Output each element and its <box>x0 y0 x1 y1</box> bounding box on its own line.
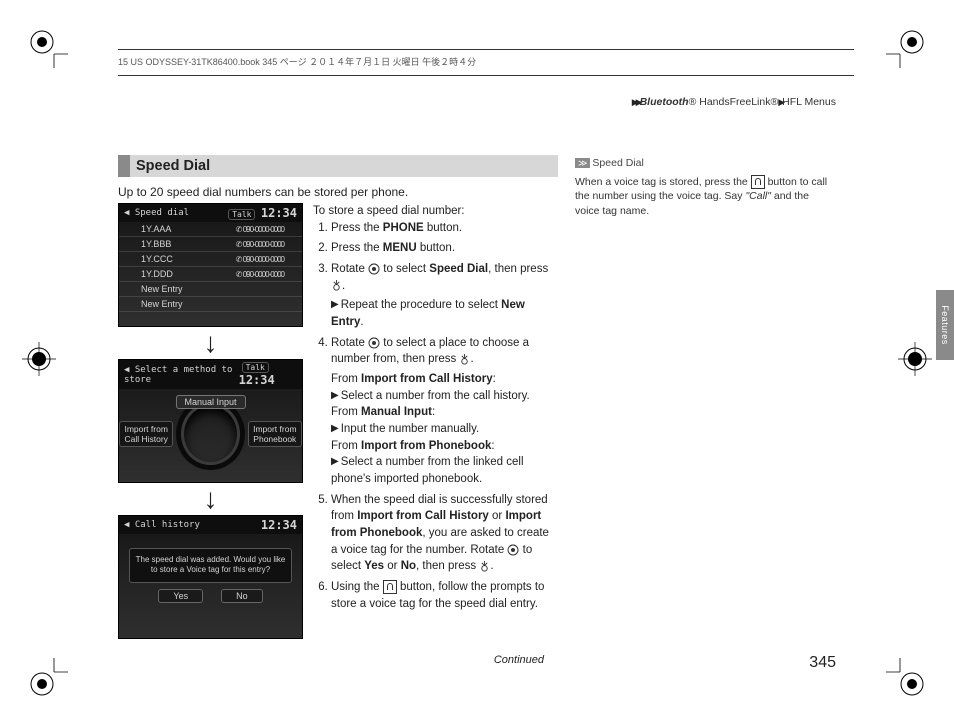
breadcrumb: ▶▶Bluetooth® HandsFreeLink®▶HFL Menus <box>632 96 836 108</box>
intro-text: To store a speed dial number: <box>313 203 558 220</box>
triangle-bullet-icon: ▶ <box>331 455 339 470</box>
triangle-bullet-icon: ▶ <box>331 389 339 404</box>
screenshot-speed-dial: ◀ Speed dial Talk 12:34 1Y.AAA✆ 090-0000… <box>118 203 303 327</box>
crop-mark-icon <box>22 342 56 376</box>
continued-label: Continued <box>494 654 544 666</box>
dial-icon <box>368 337 380 349</box>
down-arrow-icon: ↓ <box>118 333 303 353</box>
triangle-bullet-icon: ▶ <box>331 422 339 437</box>
press-icon <box>331 280 342 291</box>
screenshot-select-method: ◀ Select a method to store Talk 12:34 Ma… <box>118 359 303 483</box>
crop-mark-icon <box>886 30 924 68</box>
step-4: Rotate to select a place to choose a num… <box>331 335 558 488</box>
press-icon <box>459 354 470 365</box>
page-number: 345 <box>809 654 836 672</box>
press-icon <box>479 561 490 572</box>
dial-icon <box>507 544 519 556</box>
crop-mark-icon <box>898 342 932 376</box>
step-2: Press the MENU button. <box>331 240 558 257</box>
step-5: When the speed dial is successfully stor… <box>331 492 558 575</box>
side-note: ≫Speed Dial When a voice tag is stored, … <box>575 156 836 219</box>
dial-icon <box>368 263 380 275</box>
step-6: Using the button, follow the prompts to … <box>331 579 558 612</box>
page-header-meta: 15 US ODYSSEY-31TK86400.book 345 ページ ２０１… <box>118 55 854 70</box>
chevron-right-icon: ▶▶ <box>632 97 640 107</box>
crop-mark-icon <box>886 658 924 696</box>
triangle-bullet-icon: ▶ <box>331 298 339 313</box>
crop-mark-icon <box>30 30 68 68</box>
chevron-icon: ≫ <box>575 158 590 168</box>
talk-button-icon <box>383 580 397 594</box>
crop-mark-icon <box>30 658 68 696</box>
screenshot-voice-tag: ◀ Call history 12:34 The speed dial was … <box>118 515 303 639</box>
section-heading: Speed Dial <box>118 155 558 177</box>
step-3: Rotate to select Speed Dial, then press … <box>331 261 558 331</box>
down-arrow-icon: ↓ <box>118 489 303 509</box>
instructions: To store a speed dial number: Press the … <box>313 203 558 616</box>
section-tab: Features <box>936 290 954 360</box>
step-1: Press the PHONE button. <box>331 220 558 237</box>
section-subtitle: Up to 20 speed dial numbers can be store… <box>118 185 558 199</box>
talk-button-icon <box>751 175 765 189</box>
